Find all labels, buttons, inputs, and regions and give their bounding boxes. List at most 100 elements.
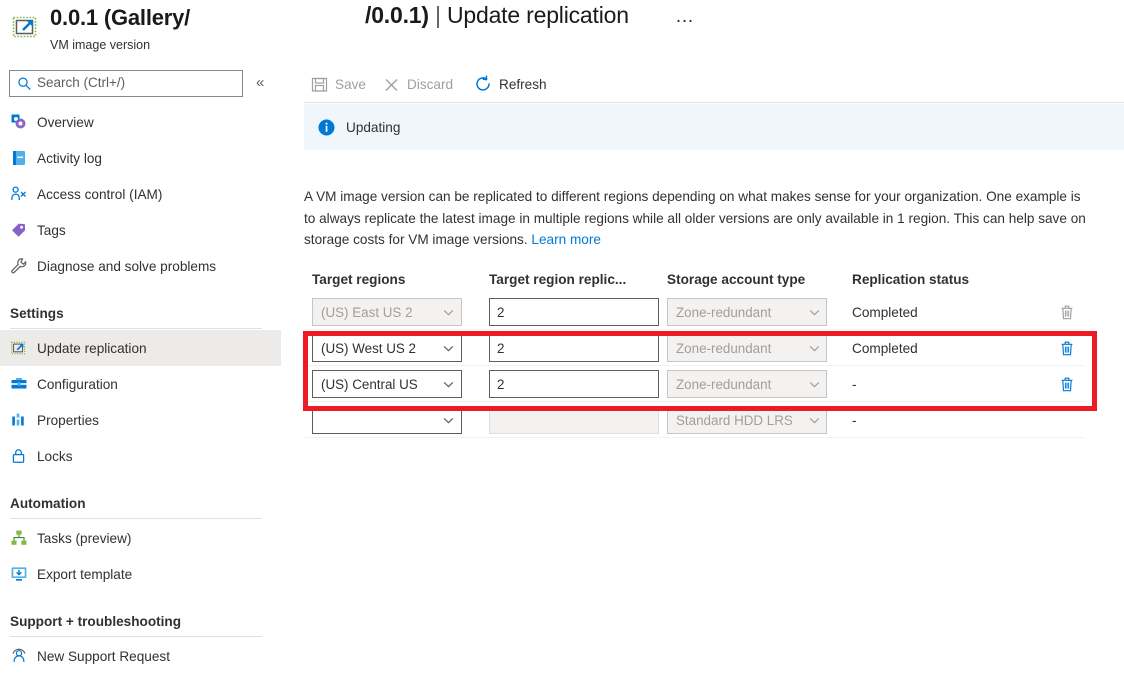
table-row: (US) West US 2Zone-redundantCompleted [304, 330, 1104, 366]
export-template-icon [10, 565, 28, 583]
chevron-down-icon [442, 306, 455, 324]
table-row: Standard HDD LRS- [304, 402, 1104, 438]
activity-log-icon [10, 149, 28, 167]
replica-count-input[interactable] [489, 370, 659, 398]
trash-icon[interactable] [1059, 340, 1075, 357]
storage-account-type-select[interactable]: Standard HDD LRS [667, 406, 827, 434]
table-body: (US) East US 2Zone-redundantCompleted(US… [304, 294, 1104, 438]
lock-icon [10, 447, 28, 465]
target-region-cell [304, 406, 489, 434]
replica-count-cell [489, 334, 667, 362]
sidebar-item-export-template[interactable]: Export template [0, 556, 281, 592]
sidebar-item-label: Access control (IAM) [37, 187, 162, 202]
sidebar-item-properties[interactable]: Properties [0, 402, 281, 438]
replica-count-input[interactable] [489, 406, 659, 434]
configuration-icon [10, 375, 28, 393]
sidebar-item-label: Diagnose and solve problems [37, 259, 216, 274]
refresh-label: Refresh [499, 77, 547, 92]
storage-account-type-value: Zone-redundant [668, 305, 771, 320]
replica-count-cell [489, 406, 667, 434]
target-region-cell: (US) Central US [304, 370, 489, 398]
sidebar-item-diagnose-and-solve-problems[interactable]: Diagnose and solve problems [0, 248, 281, 284]
chevron-down-icon [808, 414, 821, 432]
delete-row-cell [1047, 340, 1087, 357]
sidebar-group-divider [10, 636, 262, 637]
description-body: A VM image version can be replicated to … [304, 189, 1086, 247]
target-region-cell: (US) East US 2 [304, 298, 489, 326]
status-banner-text: Updating [346, 120, 400, 135]
support-request-icon [10, 647, 28, 665]
table-column-header: Target regions [304, 272, 489, 287]
sidebar-group-spacer [0, 284, 290, 296]
overview-icon [10, 113, 28, 131]
refresh-button[interactable]: Refresh [470, 68, 551, 100]
replica-count-input[interactable] [489, 298, 659, 326]
sidebar-item-locks[interactable]: Locks [0, 438, 281, 474]
target-region-select[interactable]: (US) Central US [312, 370, 462, 398]
sidebar-item-overview[interactable]: Overview [0, 104, 281, 140]
search-input[interactable]: Search (Ctrl+/) [9, 70, 243, 97]
resource-subtitle: VM image version [50, 38, 150, 52]
replica-count-cell [489, 370, 667, 398]
target-region-select[interactable] [312, 406, 462, 434]
discard-label: Discard [407, 77, 453, 92]
storage-account-type-select[interactable]: Zone-redundant [667, 370, 827, 398]
target-region-select[interactable]: (US) East US 2 [312, 298, 462, 326]
table-row: (US) East US 2 Zone-redundant Completed [304, 294, 1104, 330]
learn-more-link[interactable]: Learn more [531, 232, 601, 247]
target-region-select[interactable]: (US) West US 2 [312, 334, 462, 362]
table-row: (US) Central US Zone-redundant - [304, 366, 1104, 402]
sidebar-item-tags[interactable]: Tags [0, 212, 281, 248]
sidebar-item-configuration[interactable]: Configuration [0, 366, 281, 402]
sidebar-item-label: Configuration [37, 377, 118, 392]
command-bar: Save Discard Refresh [290, 68, 1124, 100]
sidebar-group-support-troubleshooting: Support + troubleshooting [0, 604, 290, 634]
sidebar-item-access-control-iam[interactable]: Access control (IAM) [0, 176, 281, 212]
chevron-down-icon [808, 306, 821, 324]
sidebar-item-tasks-preview[interactable]: Tasks (preview) [0, 520, 281, 556]
replication-status-value: Completed [852, 305, 1047, 320]
info-icon [318, 119, 335, 136]
sidebar-group-spacer [0, 474, 290, 486]
tag-icon [10, 221, 28, 239]
replica-count-input[interactable] [489, 334, 659, 362]
main-content: /0.0.1) | Update replication … Save [290, 0, 1124, 697]
storage-account-type-cell: Zone-redundant [667, 334, 852, 362]
sidebar-item-label: Tasks (preview) [37, 531, 131, 546]
storage-account-type-cell: Zone-redundant [667, 370, 852, 398]
more-options-button[interactable]: … [675, 10, 695, 24]
trash-icon[interactable] [1059, 376, 1075, 393]
replication-status-value: - [852, 377, 1047, 392]
storage-account-type-value: Zone-redundant [668, 377, 771, 392]
collapse-pane-button[interactable]: « [256, 73, 263, 93]
sidebar-item-update-replication[interactable]: Update replication [0, 330, 281, 366]
chevron-down-icon [808, 378, 821, 396]
sidebar-item-activity-log[interactable]: Activity log [0, 140, 281, 176]
sidebar-item-new-support-request[interactable]: New Support Request [0, 638, 281, 674]
delete-row-cell [1047, 304, 1087, 321]
resource-header: 0.0.1 (Gallery/ VM image version [10, 6, 280, 54]
target-region-cell: (US) West US 2 [304, 334, 489, 362]
storage-account-type-select[interactable]: Zone-redundant [667, 334, 827, 362]
sidebar-nav: Overview Activity log Access control (IAM)… [0, 104, 290, 674]
resource-left-pane: 0.0.1 (Gallery/ VM image version Search … [0, 0, 290, 697]
sidebar-item-label: Export template [37, 567, 132, 582]
page-title: /0.0.1) | Update replication [365, 2, 629, 29]
table-column-header: Target region replic... [489, 272, 667, 287]
refresh-icon [474, 75, 492, 93]
target-region-value: (US) West US 2 [313, 341, 416, 356]
search-icon [17, 76, 32, 92]
page-title-page: Update replication [447, 2, 629, 28]
table-column-header: Storage account type [667, 272, 852, 287]
save-button[interactable]: Save [306, 68, 370, 100]
vm-image-version-icon [10, 12, 40, 42]
delete-row-cell [1047, 376, 1087, 393]
storage-account-type-select[interactable]: Zone-redundant [667, 298, 827, 326]
command-bar-divider [304, 102, 1124, 103]
sidebar-item-label: Activity log [37, 151, 102, 166]
discard-button[interactable]: Discard [378, 68, 457, 100]
update-replication-icon [10, 339, 28, 357]
properties-icon [10, 411, 28, 429]
sidebar-item-label: Properties [37, 413, 99, 428]
chevron-down-icon [808, 342, 821, 360]
